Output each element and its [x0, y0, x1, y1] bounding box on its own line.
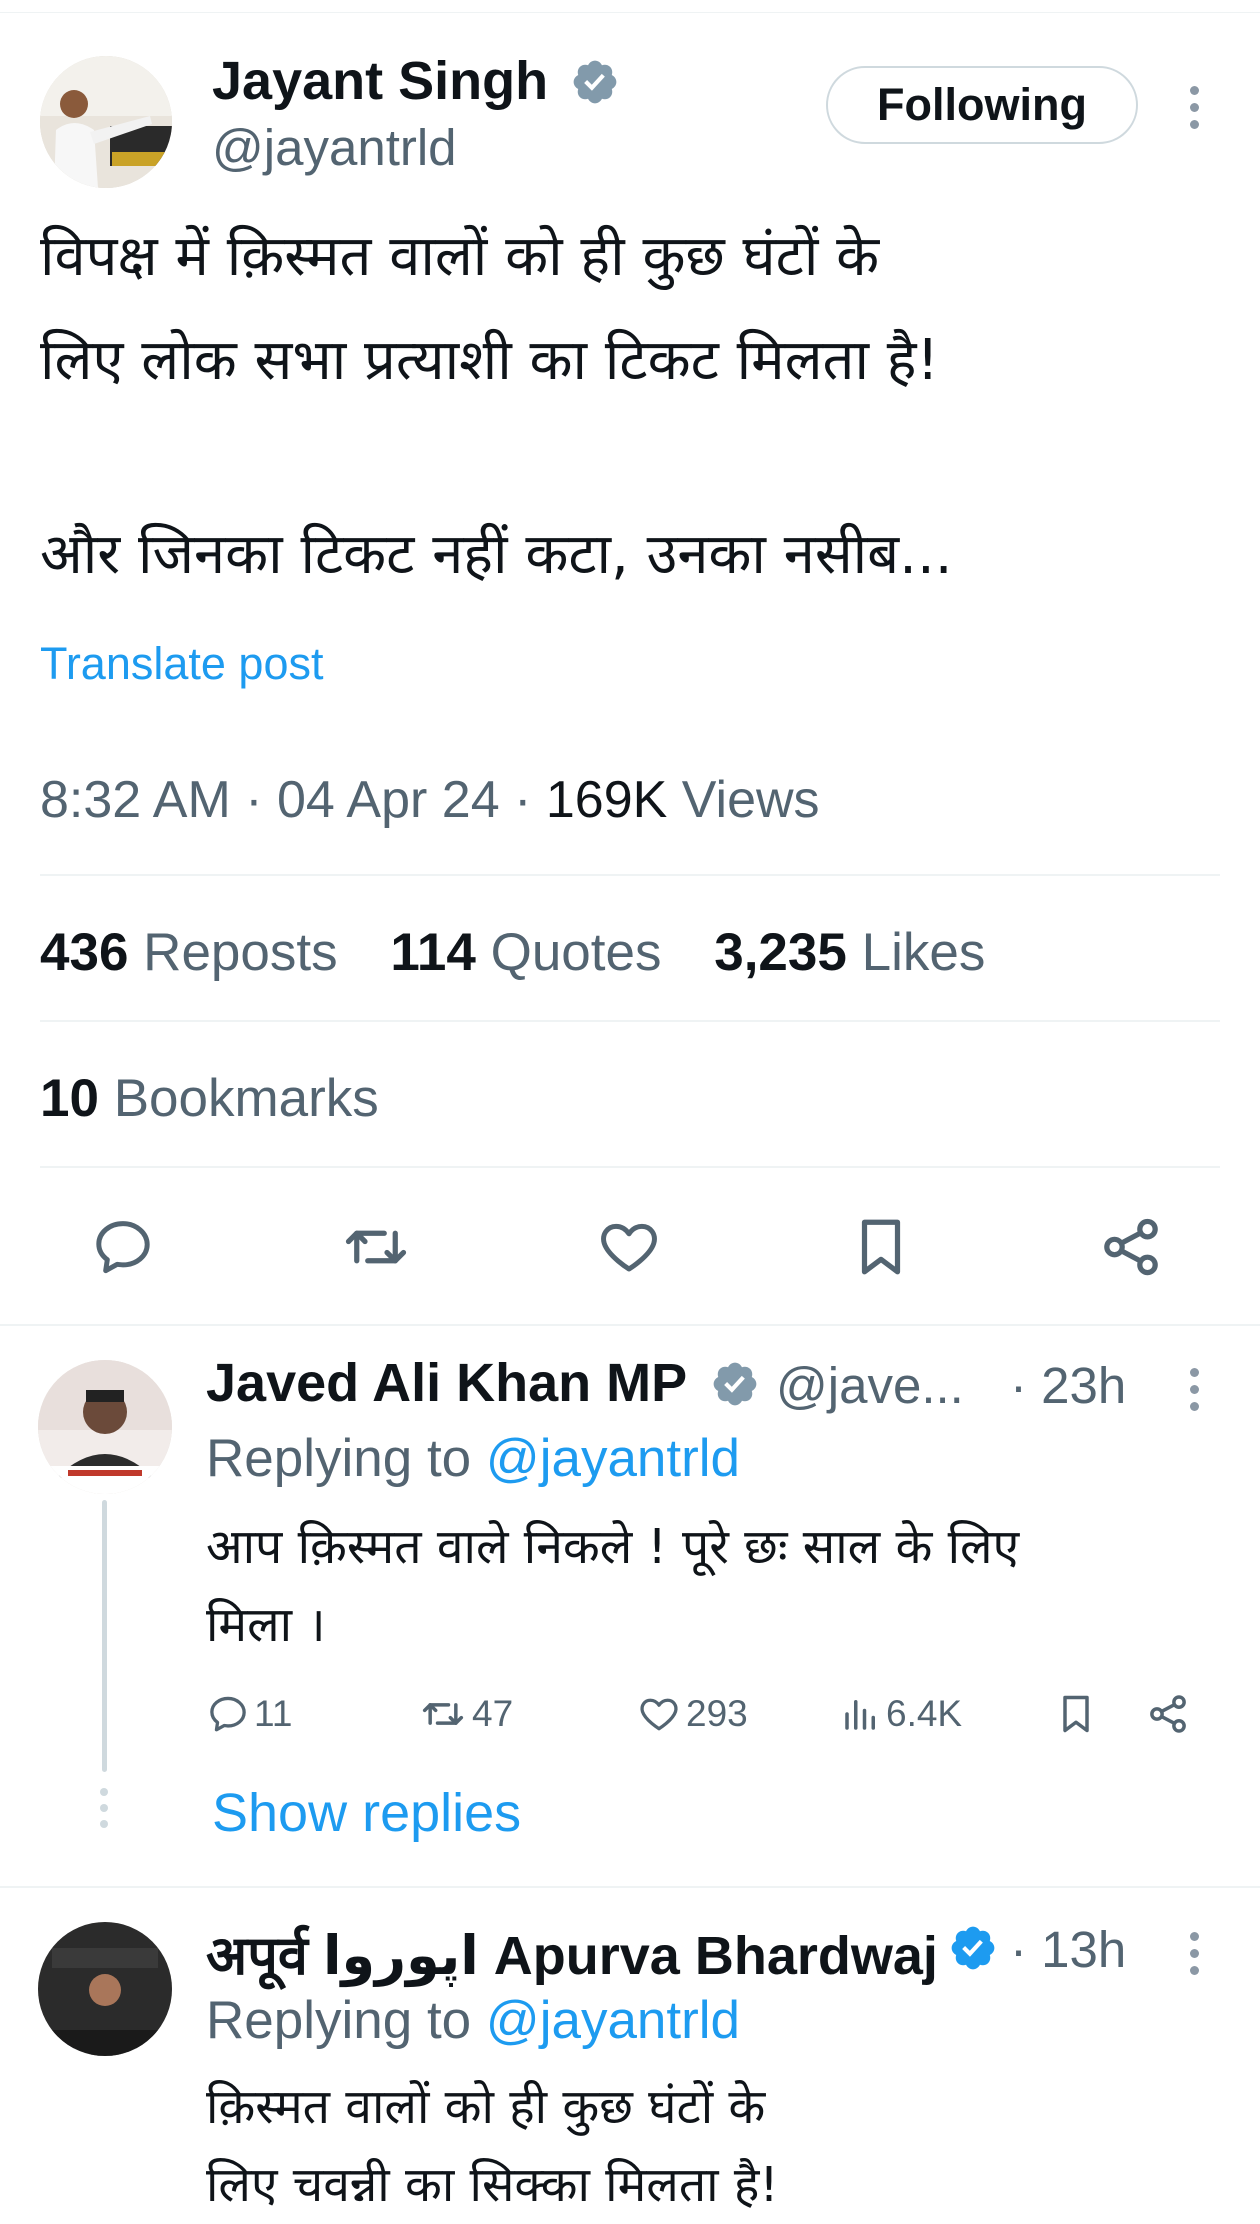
more-icon[interactable]	[1188, 86, 1200, 137]
tweet-date[interactable]: 04 Apr 24	[277, 771, 500, 829]
author-avatar[interactable]	[40, 56, 172, 188]
thread-more-dots	[100, 1788, 108, 1828]
tweet-text-line-1: विपक्ष में क़िस्मत वालों को ही कुछ घंटों…	[40, 224, 880, 289]
verified-badge-icon	[948, 1923, 998, 1978]
views-icon	[845, 1700, 875, 1730]
more-icon[interactable]	[1188, 1932, 1200, 1983]
reply-icon	[210, 1696, 246, 1732]
divider	[40, 874, 1220, 876]
meta-separator: ·	[245, 771, 278, 829]
verified-badge-icon	[570, 57, 620, 112]
following-button[interactable]: Following	[826, 66, 1138, 144]
reply-time[interactable]: · 23h	[1010, 1356, 1126, 1415]
share-icon[interactable]	[1146, 1692, 1190, 1741]
reply-icon[interactable]	[90, 1214, 156, 1280]
views-label: Views	[681, 771, 820, 829]
reply-text-line-1: क़िस्मत वालों को ही कुछ घंटों के	[206, 2079, 766, 2135]
reply-text-line-1: आप क़िस्मत वाले निकले ! पूरे छः साल के ल…	[206, 1519, 1020, 1575]
reply-time[interactable]: · 13h	[1010, 1920, 1126, 1979]
repost-icon	[422, 1703, 464, 1725]
reply-author-handle[interactable]: @jave...	[776, 1356, 964, 1415]
replying-to-handle[interactable]: @jayantrld	[486, 1429, 740, 1488]
more-icon[interactable]	[1188, 1368, 1200, 1419]
bookmarks-stat[interactable]: 10 Bookmarks	[40, 1068, 379, 1129]
views-count: 169K	[545, 771, 668, 829]
meta-separator: ·	[514, 771, 546, 829]
show-replies-link[interactable]: Show replies	[212, 1782, 521, 1844]
author-handle[interactable]: @jayantrld	[212, 118, 457, 177]
replying-to: Replying to @jayantrld	[206, 1429, 741, 1488]
top-divider	[0, 12, 1260, 13]
translate-post-link[interactable]: Translate post	[40, 638, 323, 690]
reply-avatar[interactable]	[38, 1360, 172, 1494]
repost-icon[interactable]	[340, 1214, 412, 1280]
bookmark-icon[interactable]	[1054, 1692, 1098, 1741]
tweet-text-line-3: और जिनका टिकट नहीं कटा, उनका नसीब...	[40, 522, 953, 587]
tweet-meta: 8:32 AM · 04 Apr 24 · 169K Views	[40, 770, 820, 830]
reply-avatar[interactable]	[38, 1922, 172, 2056]
reply-author-name[interactable]: अपूर्व اپوروا Apurva Bhardwaj	[206, 1916, 938, 1990]
quotes-stat[interactable]: 114 Quotes	[390, 923, 661, 982]
like-icon	[640, 1698, 678, 1731]
divider	[40, 1020, 1220, 1022]
tweet-time[interactable]: 8:32 AM	[40, 771, 231, 829]
likes-stat[interactable]: 3,235 Likes	[714, 923, 985, 982]
tweet-text-line-2: लिए लोक सभा प्रत्याशी का टिकट मिलता है!	[40, 328, 939, 393]
reply-author-name[interactable]: Javed Ali Khan MP	[206, 1352, 687, 1414]
reply-replies-action[interactable]: 11	[206, 1692, 292, 1736]
replying-to: Replying to @jayantrld	[206, 1991, 741, 2050]
section-divider	[0, 1324, 1260, 1326]
share-icon[interactable]	[1098, 1214, 1164, 1280]
divider	[40, 1166, 1220, 1168]
engagement-stats: 436 Reposts 114 Quotes 3,235 Likes	[40, 922, 985, 983]
reposts-stat[interactable]: 436 Reposts	[40, 923, 338, 982]
reply-views-action[interactable]: 6.4K	[840, 1692, 962, 1736]
verified-badge-icon	[710, 1359, 760, 1414]
bookmark-icon[interactable]	[848, 1214, 914, 1280]
reply-reposts-action[interactable]: 47	[418, 1692, 513, 1736]
reply-text-line-2: लिए चवन्नी का सिक्का मिलता है!	[206, 2157, 779, 2213]
reply-likes-action[interactable]: 293	[636, 1692, 748, 1736]
like-icon[interactable]	[596, 1214, 662, 1280]
reply-text-line-2: मिला ।	[206, 1597, 326, 1653]
thread-line	[102, 1500, 107, 1772]
section-divider	[0, 1886, 1260, 1888]
replying-to-handle[interactable]: @jayantrld	[486, 1991, 740, 2050]
author-name[interactable]: Jayant Singh	[212, 50, 548, 112]
